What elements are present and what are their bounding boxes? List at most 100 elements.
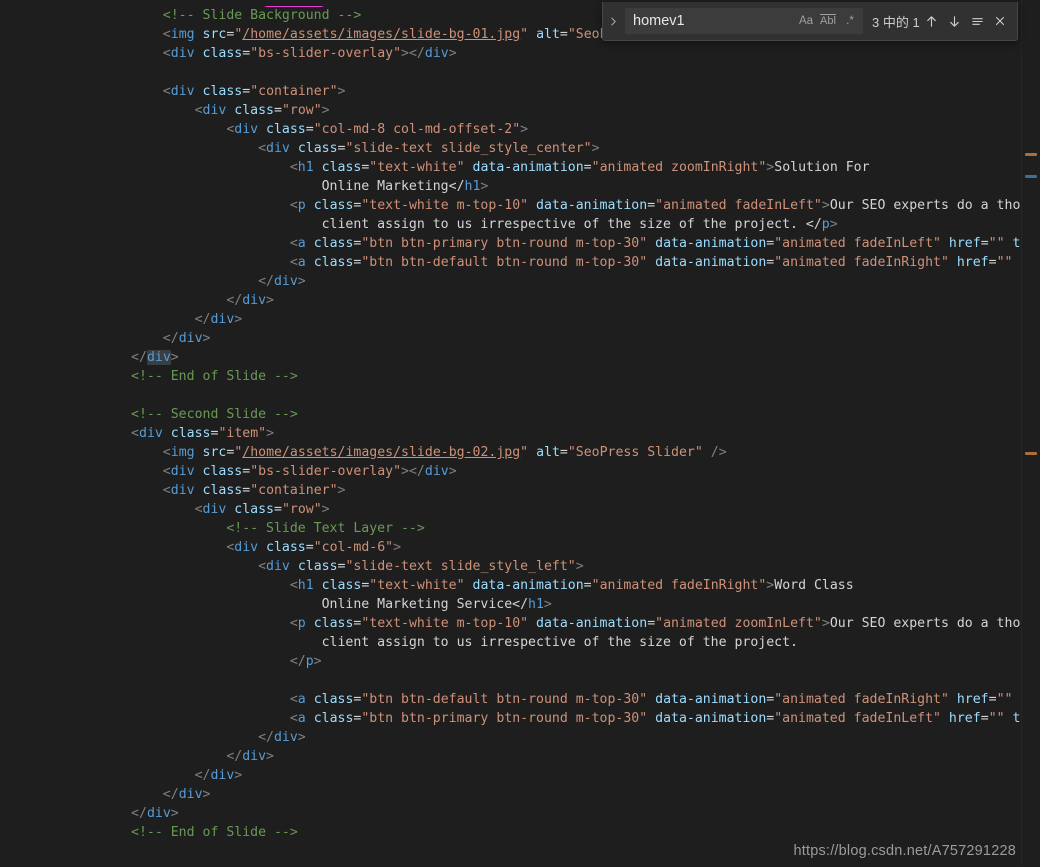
overview-ruler[interactable] [1021,0,1040,867]
code-line[interactable]: </div> [0,747,1022,766]
code-line[interactable]: </p> [0,652,1022,671]
code-line[interactable]: </div> [0,785,1022,804]
code-token: > [393,540,402,555]
code-line[interactable]: <div class="container"> [0,82,1022,101]
code-token: = [583,578,592,593]
code-line[interactable]: <div class="item"> [0,424,1022,443]
code-token: > [234,768,243,783]
code-line[interactable]: </div> [0,348,1022,367]
code-line[interactable]: </div> [0,804,1022,823]
code-token: < [289,255,298,270]
code-line[interactable]: <!-- Slide Text Layer --> [0,519,1022,538]
code-line[interactable]: <p class = "text-white m-top-10" data-anim… [0,196,1022,215]
code-line[interactable]: <div class="container"> [0,481,1022,500]
code-token: " [520,445,529,460]
code-line[interactable]: Online Marketing Service</h1> [0,595,1022,614]
code-token: src [202,27,227,42]
code-line[interactable]: Online Marketing</h1> [0,177,1022,196]
code-token: </ [226,293,243,308]
code-line[interactable]: <div class="col-md-6"> [0,538,1022,557]
code-editor[interactable]: <div class="item active"> <!-- Slide Bac… [0,0,1022,867]
previous-match-icon[interactable] [920,10,943,33]
code-line[interactable]: <a class = "btn btn-primary btn-round m-to… [0,709,1022,728]
code-line[interactable]: <a class = "btn btn-default btn-round m-to… [0,690,1022,709]
find-in-selection-icon[interactable] [966,10,989,33]
code-token: > [337,483,346,498]
code-line[interactable]: <h1 class="text-white" data-animation="a… [0,158,1022,177]
code-token: = [305,540,314,555]
code-token: a [297,692,306,707]
code-line[interactable]: <a class = "btn btn-default btn-round m-to… [0,253,1022,272]
code-line[interactable]: <!-- End of Slide --> [0,823,1022,842]
code-line[interactable] [0,671,1022,690]
code-line[interactable]: <div class="slide-text slide_style_cente… [0,139,1022,158]
code-line[interactable]: <div class="col-md-8 col-md-offset-2"> [0,120,1022,139]
code-line[interactable] [0,386,1022,405]
code-token: "text-white m-top-10" [361,198,529,213]
code-line[interactable]: <div class="bs-slider-overlay"></div> [0,44,1022,63]
overview-ruler-mark[interactable] [1025,175,1037,178]
code-line[interactable]: <div class="row"> [0,500,1022,519]
code-line[interactable]: client assign to us irrespective of the … [0,215,1022,234]
code-token: href [956,255,989,270]
overview-ruler-mark[interactable] [1025,452,1037,455]
code-token: < [162,46,171,61]
code-token: div [266,559,290,574]
code-token: > [266,749,274,764]
code-line[interactable]: <div class="row"> [0,101,1022,120]
code-token: client assign to us irrespective of the … [321,217,822,232]
code-line[interactable]: </div> [0,329,1022,348]
code-token: = [274,502,282,517]
whole-word-icon[interactable]: Abl [818,11,838,31]
code-token: Online Marketing</ [321,179,465,194]
code-token: < [162,445,171,460]
code-content[interactable]: <div class="item active"> <!-- Slide Bac… [0,0,1022,842]
code-token: "col-md-8 col-md-offset-2" [313,122,521,137]
overview-ruler-mark[interactable] [1025,153,1037,156]
toggle-replace-icon[interactable] [603,2,623,40]
code-token: < [162,27,171,42]
code-token: "row" [281,103,322,118]
find-widget[interactable]: Aa Abl .* 3 中的 1 [602,2,1018,41]
code-line[interactable]: </div> [0,291,1022,310]
code-token: = [242,483,251,498]
next-match-icon[interactable] [943,10,966,33]
code-line[interactable]: </div> [0,272,1022,291]
close-icon[interactable] [989,10,1012,33]
match-case-icon[interactable]: Aa [796,11,816,31]
code-token: div [273,730,298,745]
code-line[interactable]: <div class="slide-text slide_style_left"… [0,557,1022,576]
code-line[interactable]: <h1 class="text-white" data-animation="a… [0,576,1022,595]
code-token: Our SEO experts do a thorough [829,198,1022,213]
code-token: Solution For [774,160,870,175]
code-token: </ [289,654,306,669]
code-line[interactable]: <a class = "btn btn-primary btn-round m-to… [0,234,1022,253]
code-token: > [170,350,179,365]
code-token: data-animation [655,692,767,707]
code-token: > [266,293,274,308]
code-token: div [424,464,449,479]
code-line[interactable]: <!-- End of Slide --> [0,367,1022,386]
code-line[interactable]: </div> [0,728,1022,747]
code-line[interactable] [0,63,1022,82]
use-regex-icon[interactable]: .* [840,11,860,31]
code-token: href [948,236,981,251]
code-line[interactable]: <div class="bs-slider-overlay"></div> [0,462,1022,481]
code-line[interactable]: client assign to us irrespective of the … [0,633,1022,652]
find-input-container[interactable]: Aa Abl .* [625,8,863,34]
code-line[interactable]: <p class = "text-white m-top-10" data-anim… [0,614,1022,633]
code-line[interactable]: </div> [0,310,1022,329]
code-line[interactable]: </div> [0,766,1022,785]
code-line[interactable]: <img src = "/home/assets/images/slide-bg-0… [0,443,1022,462]
code-line[interactable]: <!-- Second Slide --> [0,405,1022,424]
code-token: </ [162,331,179,346]
find-input[interactable] [626,10,796,32]
code-token: = [980,236,989,251]
